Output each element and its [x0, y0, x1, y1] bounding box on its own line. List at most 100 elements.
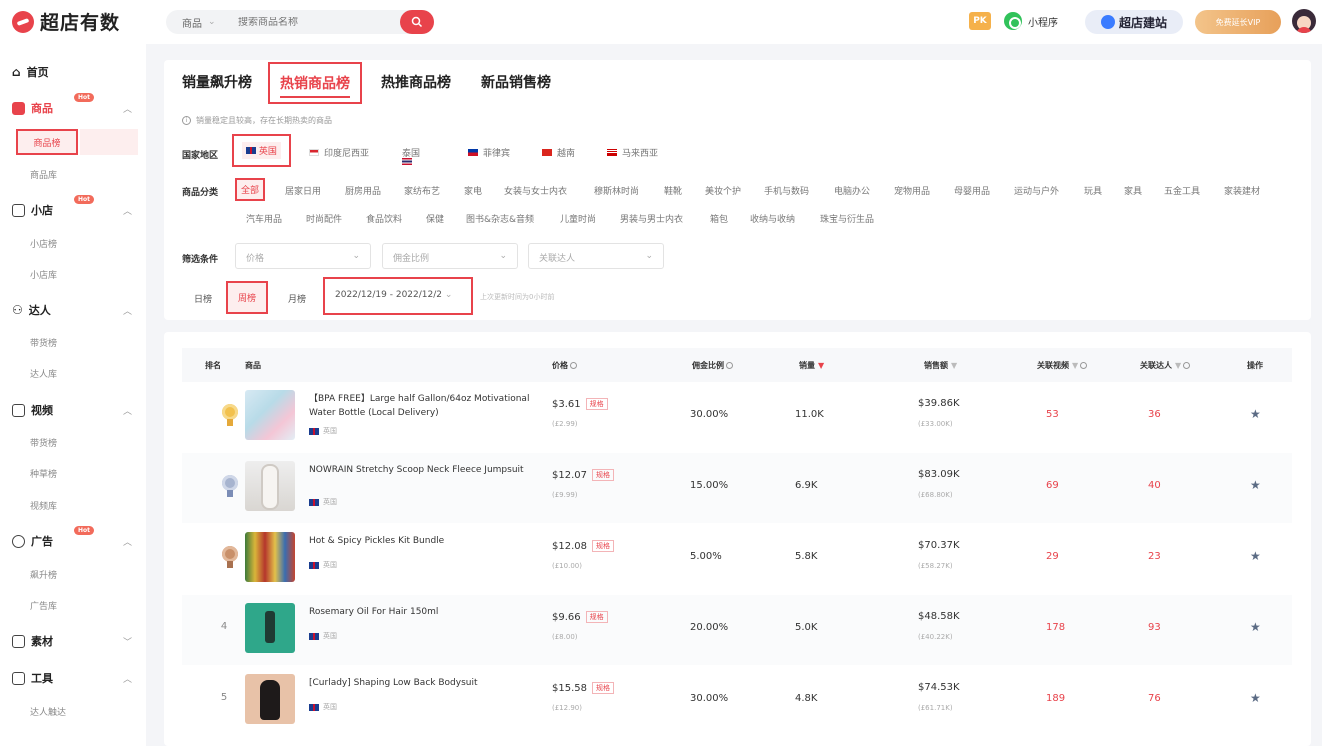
sidebar-item-ad-rising-rank[interactable]: 飙升榜 [30, 568, 57, 581]
period-daily[interactable]: 日榜 [194, 292, 212, 305]
header-commission[interactable]: 佣金比例 [692, 360, 733, 371]
search-category-select[interactable]: 商品 ⌄ [166, 15, 238, 30]
related-creators[interactable]: 76 [1148, 693, 1161, 704]
country-chip-id[interactable]: 印度尼西亚 [309, 146, 369, 159]
sidebar-item-product-library[interactable]: 商品库 [30, 168, 57, 181]
table-row[interactable]: 【BPA FREE】Large half Gallon/64oz Motivat… [182, 382, 1292, 452]
mini-program-button[interactable]: 小程序 [1004, 12, 1058, 30]
category-chip[interactable]: 穆斯林时尚 [594, 184, 639, 197]
date-range-picker[interactable]: 2022/12/19 - 2022/12/2 ⌄ [323, 277, 473, 315]
category-chip[interactable]: 宠物用品 [894, 184, 930, 197]
related-videos[interactable]: 178 [1046, 622, 1065, 633]
sidebar-group-shops[interactable]: 小店 Hot ︿ [12, 195, 132, 218]
category-chip[interactable]: 运动与户外 [1014, 184, 1059, 197]
category-chip[interactable]: 箱包 [710, 212, 728, 225]
tab-hot-selling[interactable]: 热销商品榜 [268, 62, 362, 104]
spec-tag[interactable]: 规格 [592, 540, 614, 552]
category-chip-all[interactable]: 全部 [235, 178, 266, 201]
table-row[interactable]: 4 Rosemary Oil For Hair 150ml 英国 $9.66 规格… [182, 595, 1292, 665]
category-chip[interactable]: 手机与数码 [764, 184, 809, 197]
tab-sales-rising[interactable]: 销量飙升榜 [182, 72, 252, 92]
related-creators[interactable]: 40 [1148, 480, 1161, 491]
product-name[interactable]: Rosemary Oil For Hair 150ml [309, 605, 534, 619]
category-chip[interactable]: 家纺布艺 [404, 184, 440, 197]
spec-tag[interactable]: 规格 [592, 469, 614, 481]
product-thumbnail[interactable] [245, 461, 295, 511]
related-videos[interactable]: 189 [1046, 693, 1065, 704]
related-creators[interactable]: 23 [1148, 551, 1161, 562]
sidebar-group-ads[interactable]: 广告 Hot ︿ [12, 526, 132, 549]
category-chip[interactable]: 保健 [426, 212, 444, 225]
creator-select[interactable]: 关联达人 ⌄ [528, 243, 664, 269]
product-name[interactable]: 【BPA FREE】Large half Gallon/64oz Motivat… [309, 392, 534, 420]
category-chip[interactable]: 家具 [1124, 184, 1142, 197]
favorite-star-icon[interactable]: ★ [1250, 407, 1261, 421]
related-videos[interactable]: 29 [1046, 551, 1059, 562]
country-chip-th[interactable]: 泰国 [402, 146, 420, 165]
sidebar-item-home[interactable]: ⌂ 首页 [12, 64, 132, 80]
product-thumbnail[interactable] [245, 390, 295, 440]
commission-select[interactable]: 佣金比例 ⌄ [382, 243, 518, 269]
price-select[interactable]: 价格 ⌄ [235, 243, 371, 269]
favorite-star-icon[interactable]: ★ [1250, 691, 1261, 705]
sidebar-item-video-seed-rank[interactable]: 种草榜 [30, 467, 57, 480]
category-chip[interactable]: 收纳与收纳 [750, 212, 795, 225]
sidebar-item-creator-outreach[interactable]: 达人触达 [30, 705, 66, 718]
country-chip-uk[interactable]: 英国 [232, 134, 291, 167]
category-chip[interactable]: 时尚配件 [306, 212, 342, 225]
category-chip[interactable]: 儿童时尚 [560, 212, 596, 225]
sidebar-item-shop-library[interactable]: 小店库 [30, 268, 57, 281]
sidebar-item-video-library[interactable]: 视频库 [30, 499, 57, 512]
related-videos[interactable]: 53 [1046, 409, 1059, 420]
spec-tag[interactable]: 规格 [585, 611, 608, 623]
spec-tag[interactable]: 规格 [592, 682, 614, 694]
table-row[interactable]: NOWRAIN Stretchy Scoop Neck Fleece Jumps… [182, 453, 1292, 523]
product-thumbnail[interactable] [245, 603, 295, 653]
category-chip[interactable]: 五金工具 [1164, 184, 1200, 197]
brand-logo[interactable]: 超店有数 [12, 8, 120, 35]
tab-hot-promoted[interactable]: 热推商品榜 [381, 72, 451, 92]
favorite-star-icon[interactable]: ★ [1250, 549, 1261, 563]
favorite-star-icon[interactable]: ★ [1250, 620, 1261, 634]
product-name[interactable]: Hot & Spicy Pickles Kit Bundle [309, 534, 534, 548]
sidebar-item-video-sales-rank[interactable]: 带货榜 [30, 436, 57, 449]
category-chip[interactable]: 电脑办公 [834, 184, 870, 197]
category-chip[interactable]: 家装建材 [1224, 184, 1260, 197]
category-chip[interactable]: 珠宝与衍生品 [820, 212, 874, 225]
related-videos[interactable]: 69 [1046, 480, 1059, 491]
related-creators[interactable]: 36 [1148, 409, 1161, 420]
sidebar-item-shop-rank[interactable]: 小店榜 [30, 237, 57, 250]
spec-tag[interactable]: 规格 [585, 398, 608, 410]
tab-new-products[interactable]: 新品销售榜 [481, 72, 551, 92]
header-sales[interactable]: 销量 ▼ [799, 360, 824, 371]
product-thumbnail[interactable] [245, 674, 295, 724]
sidebar-group-tools[interactable]: 工具 ︿ [12, 670, 132, 686]
pk-button[interactable]: PK [969, 12, 991, 30]
favorite-star-icon[interactable]: ★ [1250, 478, 1261, 492]
sidebar-item-creator-rank[interactable]: 带货榜 [30, 336, 57, 349]
category-chip[interactable]: 汽车用品 [246, 212, 282, 225]
category-chip[interactable]: 居家日用 [285, 184, 321, 197]
sidebar-group-products[interactable]: 商品 Hot ︿ [12, 93, 132, 116]
category-chip[interactable]: 母婴用品 [954, 184, 990, 197]
vip-button[interactable]: 免费延长VIP [1195, 10, 1281, 34]
country-chip-my[interactable]: 马来西亚 [607, 146, 658, 159]
category-chip[interactable]: 男装与男士内衣 [620, 212, 683, 225]
search-button[interactable] [400, 10, 434, 34]
country-chip-vn[interactable]: 越南 [542, 146, 575, 159]
country-chip-ph[interactable]: 菲律宾 [468, 146, 510, 159]
sidebar-item-ad-library[interactable]: 广告库 [30, 599, 57, 612]
product-name[interactable]: NOWRAIN Stretchy Scoop Neck Fleece Jumps… [309, 463, 534, 477]
product-name[interactable]: [Curlady] Shaping Low Back Bodysuit [309, 676, 534, 690]
sidebar-group-materials[interactable]: 素材 ﹀ [12, 633, 132, 649]
header-price[interactable]: 价格 [552, 360, 577, 371]
period-weekly[interactable]: 周榜 [226, 281, 269, 314]
related-creators[interactable]: 93 [1148, 622, 1161, 633]
sidebar-item-creator-library[interactable]: 达人库 [30, 367, 57, 380]
category-chip[interactable]: 家电 [464, 184, 482, 197]
sidebar-item-product-rank[interactable]: 商品榜 [16, 129, 78, 155]
sidebar-group-creators[interactable]: ⚇ 达人 ︿ [12, 302, 132, 318]
table-row[interactable]: Hot & Spicy Pickles Kit Bundle 英国 $12.08… [182, 524, 1292, 594]
sidebar-group-videos[interactable]: 视频 ︿ [12, 402, 132, 418]
category-chip[interactable]: 美妆个护 [705, 184, 741, 197]
